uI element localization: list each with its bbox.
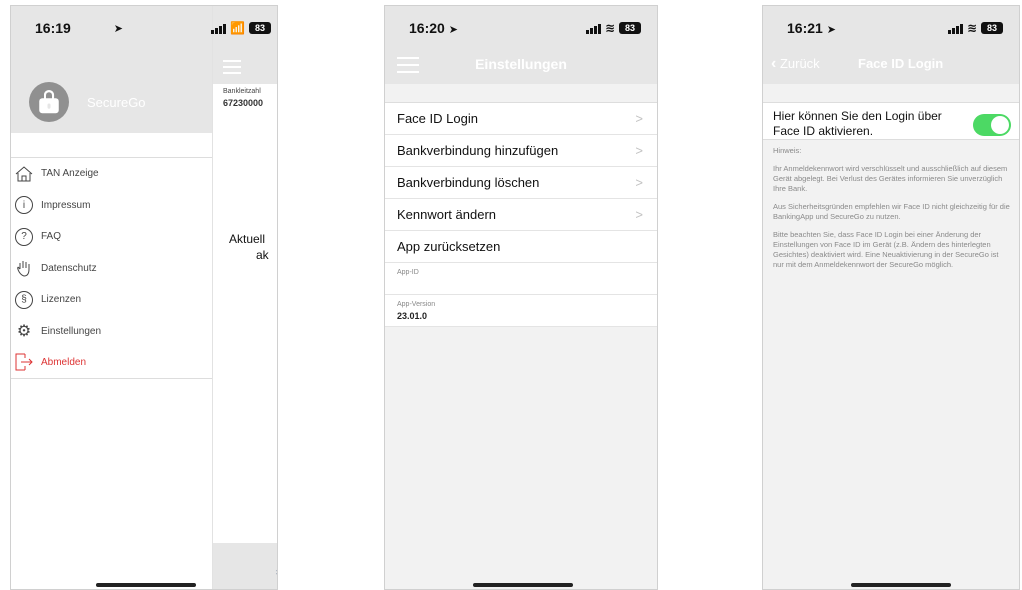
menu-item-einstellungen[interactable]: ⚙ Einstellungen (11, 316, 212, 348)
chevron-right-icon: > (635, 143, 643, 158)
menu-item-label: Lizenzen (41, 294, 82, 306)
hamburger-menu-icon[interactable] (223, 60, 241, 78)
chevron-left-icon: ‹ (771, 55, 777, 72)
hint-label: Hinweis: (773, 146, 802, 155)
status-bar: 16:19 ➤ (11, 6, 212, 50)
signal-icon (585, 23, 601, 34)
drawer-header: 16:19 ➤ SecureGo (11, 6, 212, 133)
row-label: App zurücksetzen (397, 239, 501, 254)
lock-icon (29, 82, 69, 122)
nav-bar: 16:21 ➤ ≋ 83 ‹ Zurück Face ID Login (763, 6, 1019, 84)
phone-screen-settings: 16:20 ➤ ≋ 83 Einstellungen Face ID Login… (384, 5, 658, 590)
info-icon: i (15, 196, 33, 215)
status-time: 16:20 (409, 20, 445, 36)
status-time: 16:19 (35, 20, 71, 36)
location-arrow-icon: ➤ (113, 22, 124, 35)
house-icon (15, 165, 33, 183)
home-indicator (96, 583, 196, 587)
back-label: Zurück (779, 56, 820, 71)
location-arrow-icon: ➤ (448, 24, 458, 36)
blz-label: Bankleitzahl (223, 88, 261, 95)
back-button[interactable]: ‹ Zurück (771, 55, 820, 73)
settings-row-add-bank[interactable]: Bankverbindung hinzufügen > (385, 135, 657, 167)
menu-item-label: Abmelden (41, 356, 87, 368)
gear-icon: ⚙ (16, 323, 32, 341)
chevron-right-icon: > (635, 175, 643, 190)
toggle-description: Hier können Sie den Login über Face ID a… (773, 109, 942, 138)
main-text-2: ak (256, 248, 269, 262)
face-id-toggle-row: Hier können Sie den Login über Face ID a… (763, 102, 1019, 140)
settings-row-face-id[interactable]: Face ID Login > (385, 103, 657, 135)
hint-paragraph: Aus Sicherheitsgründen empfehlen wir Fac… (773, 202, 1010, 221)
app-version-label: App-Version (397, 301, 436, 308)
phone-screen-menu: 16:19 ➤ SecureGo TAN Anzeige i Impressum (10, 5, 278, 590)
chevron-right-icon: > (635, 207, 643, 222)
menu-item-datenschutz[interactable]: Datenschutz (11, 253, 212, 285)
battery-icon: 83 (981, 22, 1003, 34)
chevron-right-icon: > (635, 111, 643, 126)
hint-paragraph: Ihr Anmeldekennwort wird verschlüsselt u… (773, 164, 1008, 193)
wifi-icon: ≋ (604, 21, 615, 35)
app-brand: SecureGo (29, 82, 146, 122)
menu-item-label: Impressum (41, 199, 91, 211)
app-id-label: App-ID (397, 269, 419, 276)
app-name: SecureGo (87, 94, 146, 110)
menu-item-tan-anzeige[interactable]: TAN Anzeige (11, 158, 212, 190)
signal-icon (211, 23, 227, 34)
menu-item-lizenzen[interactable]: § Lizenzen (11, 284, 212, 316)
settings-list: Face ID Login > Bankverbindung hinzufüge… (385, 102, 657, 327)
menu-item-label: Einstellungen (41, 325, 102, 337)
signal-icon (947, 23, 963, 34)
app-version-value: 23.01.0 (397, 311, 428, 321)
page-title: Face ID Login (858, 56, 944, 71)
logout-icon (15, 353, 33, 371)
wifi-icon: ≋ (966, 21, 977, 35)
hand-icon (15, 259, 33, 277)
status-time: 16:21 (787, 20, 823, 36)
wifi-icon: 📶 (230, 21, 245, 35)
menu-item-label: FAQ (41, 231, 62, 243)
battery-icon: 83 (249, 22, 271, 34)
status-bar-icons: 📶 83 (211, 6, 277, 50)
location-arrow-icon: ➤ (826, 24, 836, 36)
hint-paragraph: Bitte beachten Sie, dass Face ID Login b… (773, 230, 999, 269)
page-title: Einstellungen (475, 56, 567, 72)
nav-bar: 16:20 ➤ ≋ 83 Einstellungen (385, 6, 657, 84)
menu-item-label: TAN Anzeige (41, 168, 99, 180)
row-label: Kennwort ändern (397, 207, 497, 222)
phone-screen-face-id: 16:21 ➤ ≋ 83 ‹ Zurück Face ID Login Hier… (762, 5, 1020, 590)
question-icon: ? (15, 227, 33, 246)
menu-item-impressum[interactable]: i Impressum (11, 190, 212, 222)
status-bar: 16:21 ➤ ≋ 83 (763, 6, 1019, 50)
hint-section: Hinweis: Ihr Anmeldekennwort wird versch… (773, 146, 1011, 278)
settings-row-change-password[interactable]: Kennwort ändern > (385, 199, 657, 231)
app-version-info: App-Version 23.01.0 (385, 295, 657, 327)
bottom-bar: ↄ (213, 543, 277, 589)
row-label: Bankverbindung löschen (397, 175, 540, 190)
footer-glyph: ↄ (276, 567, 277, 578)
side-drawer: 16:19 ➤ SecureGo TAN Anzeige i Impressum (11, 6, 213, 589)
battery-icon: 83 (619, 22, 641, 34)
settings-row-reset-app[interactable]: App zurücksetzen (385, 231, 657, 263)
row-label: Face ID Login (397, 111, 478, 126)
row-label: Bankverbindung hinzufügen (397, 143, 559, 158)
main-text: Aktuell (229, 232, 266, 246)
menu-item-label: Datenschutz (41, 262, 97, 274)
face-id-toggle[interactable] (973, 114, 1011, 136)
menu-item-faq[interactable]: ? FAQ (11, 221, 212, 253)
settings-row-delete-bank[interactable]: Bankverbindung löschen > (385, 167, 657, 199)
status-bar: 16:20 ➤ ≋ 83 (385, 6, 657, 50)
drawer-menu: TAN Anzeige i Impressum ? FAQ Datenschut… (11, 157, 212, 379)
top-bar: 📶 83 (211, 6, 277, 84)
main-content-peek[interactable]: 📶 83 Bankleitzahl 67230000 Aktuell ak ↄ (211, 6, 277, 589)
app-id-info: App-ID (385, 263, 657, 295)
home-indicator (851, 583, 951, 587)
menu-item-abmelden[interactable]: Abmelden (11, 347, 212, 379)
paragraph-icon: § (15, 290, 33, 309)
home-indicator (473, 583, 573, 587)
blz-value: 67230000 (223, 98, 264, 108)
